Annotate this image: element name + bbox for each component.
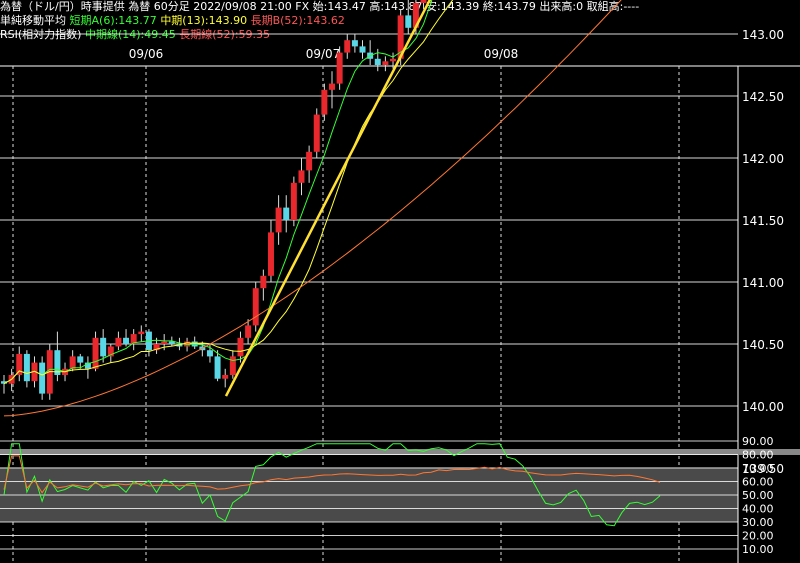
candle-body [77,356,84,363]
candle-body [222,375,229,379]
date-label: 09/06 [129,47,164,61]
candle-body [260,275,267,289]
candle-body [321,89,328,115]
price-tick-label: 141.50 [742,214,784,228]
rsi-panel: 10.0020.0030.0040.0050.0060.0070.0080.00… [0,435,800,563]
candle-body [405,15,412,28]
price-tick-label: 140.50 [742,338,784,352]
candle-body [161,341,168,344]
candlestick-chart: 09/06 09/07 09/08 139.50140.00140.50141.00… [0,0,800,563]
candle-body [252,288,259,326]
candle-body [359,46,366,53]
trend-lines [224,0,432,397]
candle-body [283,207,290,220]
candle-body [420,0,427,3]
rsi-tick-label: 50.00 [742,489,774,502]
candle-body [336,52,343,84]
candle-body [138,331,145,335]
price-axis: 139.50140.00140.50141.00141.50142.00142.… [742,28,784,476]
candle-body [54,350,61,375]
candle-body [374,58,381,65]
rsi-tick-label: 20.00 [742,530,774,543]
candle-body [290,182,297,220]
candle-body [229,356,236,375]
candle-body [390,58,397,62]
candle-body [329,83,335,90]
candle-body [115,337,122,347]
price-tick-label: 143.00 [742,28,784,42]
candle-body [92,337,99,369]
price-tick-label: 140.00 [742,400,784,414]
rsi-tick-label: 30.00 [742,516,774,529]
candle-body [206,350,213,357]
candle-body [237,337,244,357]
candle-body [344,40,351,53]
candle-body [275,207,282,233]
rsi-tick-label: 80.00 [742,449,774,462]
rsi-tick-label: 10.00 [742,543,774,556]
uptrend-line [224,0,432,397]
candle-body [245,325,252,338]
candle-body [214,356,221,379]
candle-body [298,170,305,183]
candle-body [313,114,320,152]
rsi-tick-label: 40.00 [742,503,774,516]
candle-body [123,337,130,344]
candle-body [69,356,76,369]
candle-body [351,40,358,47]
candle-body [306,151,313,171]
date-label: 09/07 [306,47,341,61]
candle-body [382,61,389,65]
candle-body [39,362,46,394]
price-tick-label: 141.00 [742,276,784,290]
price-tick-label: 142.50 [742,90,784,104]
candle-body [100,337,107,357]
rsi-tick-label: 60.00 [742,476,774,489]
candle-body [267,232,274,276]
candle-body [23,353,30,382]
date-label: 09/08 [484,47,519,61]
rsi-tick-label: 90.00 [742,435,774,448]
rsi-tick-label: 70.00 [742,462,774,475]
price-tick-label: 142.00 [742,152,784,166]
